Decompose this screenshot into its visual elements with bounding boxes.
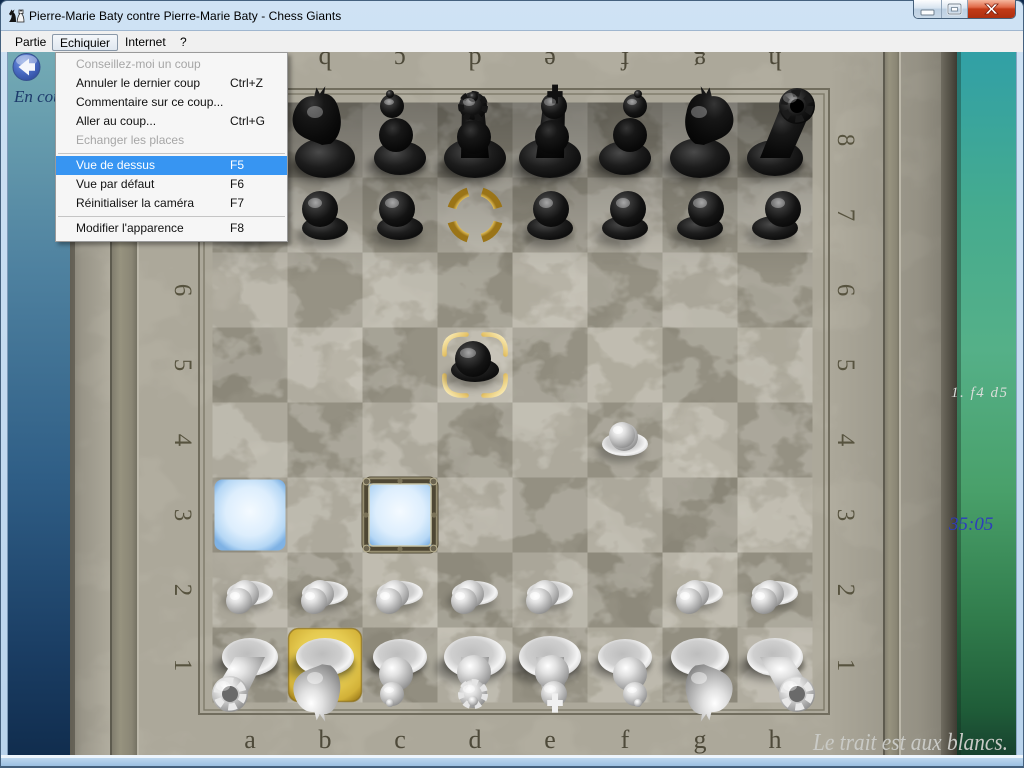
svg-text:1: 1: [169, 659, 196, 672]
svg-text:d: d: [469, 725, 482, 754]
svg-text:h: h: [769, 52, 782, 75]
svg-text:h: h: [769, 725, 782, 754]
svg-text:7: 7: [832, 209, 859, 222]
svg-text:b: b: [319, 52, 332, 75]
svg-text:e: e: [544, 725, 556, 754]
svg-text:Le trait est aux blancs.: Le trait est aux blancs.: [812, 730, 1008, 756]
svg-text:d: d: [469, 52, 482, 75]
svg-text:c: c: [394, 52, 406, 75]
svg-text:2: 2: [832, 584, 859, 597]
svg-text:3: 3: [169, 509, 196, 522]
svg-text:5: 5: [832, 359, 859, 372]
svg-text:1: 1: [832, 659, 859, 672]
svg-text:g: g: [694, 725, 707, 754]
svg-text:6: 6: [169, 284, 196, 297]
svg-text:e: e: [544, 52, 556, 75]
svg-text:3: 3: [832, 509, 859, 522]
svg-text:5: 5: [169, 359, 196, 372]
svg-text:4: 4: [832, 434, 859, 447]
svg-text:a: a: [244, 725, 256, 754]
svg-text:8: 8: [832, 134, 859, 147]
svg-text:35:05: 35:05: [948, 514, 993, 535]
svg-text:6: 6: [832, 284, 859, 297]
svg-text:1. f4 d5: 1. f4 d5: [951, 385, 1008, 401]
svg-text:2: 2: [169, 584, 196, 597]
svg-text:g: g: [694, 52, 707, 75]
svg-text:4: 4: [169, 434, 196, 447]
svg-text:f: f: [621, 725, 630, 754]
svg-text:f: f: [620, 52, 629, 75]
svg-text:b: b: [319, 725, 332, 754]
svg-text:c: c: [394, 725, 406, 754]
